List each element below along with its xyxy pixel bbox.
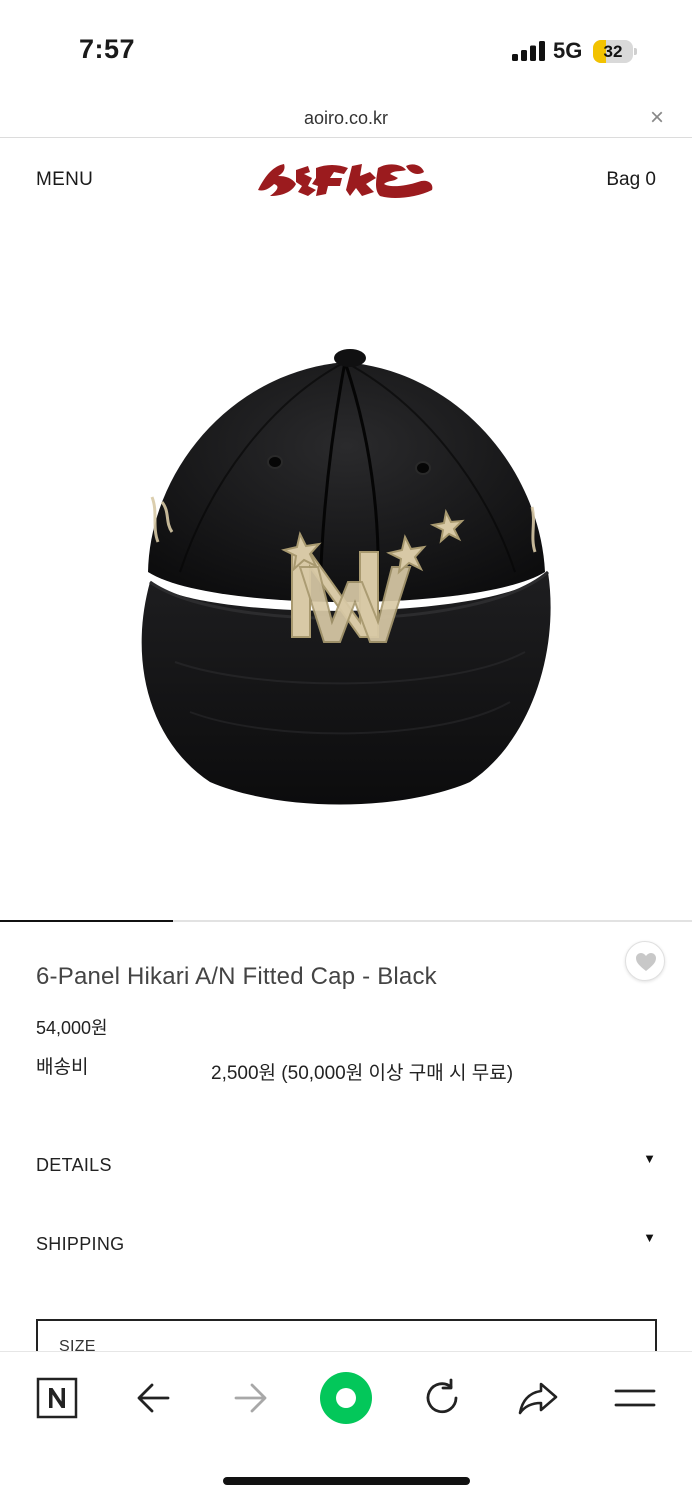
wishlist-button[interactable] <box>625 941 665 981</box>
network-label: 5G <box>553 38 583 63</box>
battery-icon: 32 <box>593 40 637 64</box>
accordion-details[interactable]: DETAILS ▼ <box>36 1151 656 1185</box>
back-arrow-icon[interactable] <box>130 1374 178 1422</box>
accordion-shipping[interactable]: SHIPPING ▼ <box>36 1230 656 1264</box>
share-icon[interactable] <box>514 1374 562 1422</box>
status-time: 7:57 <box>79 34 136 64</box>
gallery-progress-bar <box>0 920 173 922</box>
product-image[interactable] <box>0 222 692 920</box>
site-header: MENU Bag 0 <box>0 140 692 220</box>
bag-button[interactable]: Bag 0 <box>606 169 656 191</box>
cap-image <box>141 349 551 805</box>
product-price: 54,000원 <box>36 1018 108 1038</box>
reload-icon[interactable] <box>418 1374 466 1422</box>
accordion-details-label: DETAILS <box>36 1155 112 1175</box>
shipping-fee-value: 2,500원 (50,000원 이상 구매 시 무료) <box>211 1063 514 1084</box>
heart-icon <box>636 953 656 971</box>
product-title: 6-Panel Hikari A/N Fitted Cap - Black <box>36 963 437 990</box>
caret-down-icon: ▼ <box>643 1151 656 1166</box>
gallery-progress-track <box>0 920 692 922</box>
signal-icon <box>512 41 545 61</box>
caret-down-icon: ▼ <box>643 1230 656 1245</box>
accordion-shipping-label: SHIPPING <box>36 1234 125 1254</box>
url-text[interactable]: aoiro.co.kr <box>0 108 692 129</box>
green-dot-icon[interactable] <box>318 1370 374 1426</box>
browser-toolbar <box>0 1351 692 1500</box>
close-icon[interactable]: × <box>650 106 664 130</box>
aoiro-logo[interactable] <box>256 156 436 204</box>
naver-home-icon[interactable] <box>33 1374 81 1422</box>
forward-arrow-icon[interactable] <box>226 1374 274 1422</box>
browser-url-bar[interactable]: aoiro.co.kr × <box>0 100 692 138</box>
home-indicator[interactable] <box>223 1477 470 1485</box>
shipping-fee-label: 배송비 <box>36 1057 89 1078</box>
menu-button[interactable]: MENU <box>36 169 93 191</box>
menu-icon[interactable] <box>611 1374 659 1422</box>
battery-level: 32 <box>603 42 623 61</box>
status-bar: 7:57 5G 32 <box>0 0 692 100</box>
